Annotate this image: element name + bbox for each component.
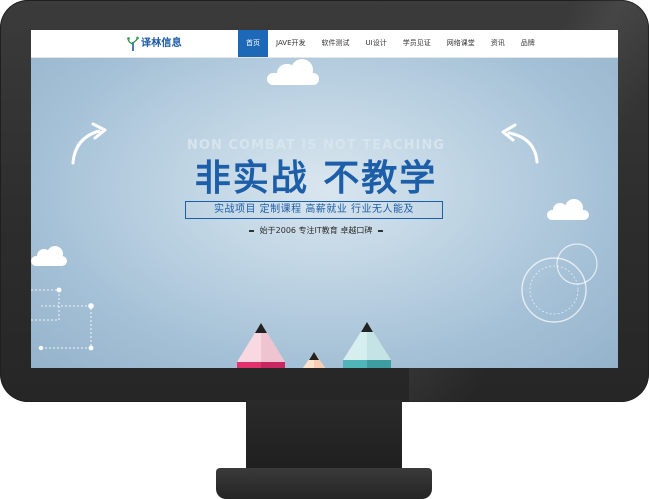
hero-since-text: 始于2006 专注IT教育 卓越口碑 xyxy=(259,226,373,235)
desktop-stage: 译林信息 首页 JAVE开发 软件测试 UI设计 学员见证 网络课堂 资讯 品牌 xyxy=(0,0,649,499)
nav-item-brand[interactable]: 品牌 xyxy=(513,30,543,57)
teal-pencil xyxy=(343,322,391,368)
dash-ornament-left xyxy=(248,229,254,232)
site-logo[interactable]: 译林信息 xyxy=(127,35,182,53)
orange-pencil xyxy=(302,352,326,368)
nav-item-home[interactable]: 首页 xyxy=(238,30,268,57)
dotted-frame-decoration xyxy=(31,287,94,351)
nav-item-online-classes[interactable]: 网络课堂 xyxy=(439,30,483,57)
circle-ring-decoration xyxy=(521,243,598,323)
dash-ornament-right xyxy=(378,229,384,232)
monitor-stand-neck xyxy=(246,400,402,472)
tree-logo-icon xyxy=(127,36,139,51)
nav-item-ui-design[interactable]: UI设计 xyxy=(358,30,395,57)
logo-text: 译林信息 xyxy=(141,38,182,49)
nav-menu: 首页 JAVE开发 软件测试 UI设计 学员见证 网络课堂 资讯 品牌 xyxy=(238,30,543,57)
nav-item-testimonials[interactable]: 学员见证 xyxy=(395,30,439,57)
hero-banner[interactable]: NON COMBAT IS NOT TEACHING 非实战 不教学 实战项目 … xyxy=(31,58,618,368)
hero-subtitle-box: 实战项目 定制课程 高薪就业 行业无人能及 xyxy=(185,201,443,219)
nav-item-news[interactable]: 资讯 xyxy=(483,30,513,57)
hero-since-line: 始于2006 专注IT教育 卓越口碑 xyxy=(181,225,451,237)
curved-arrow-left-icon xyxy=(71,122,107,165)
monitor-screen: 译林信息 首页 JAVE开发 软件测试 UI设计 学员见证 网络课堂 资讯 品牌 xyxy=(31,30,618,368)
nav-item-software-testing[interactable]: 软件测试 xyxy=(314,30,358,57)
site-navbar: 译林信息 首页 JAVE开发 软件测试 UI设计 学员见证 网络课堂 资讯 品牌 xyxy=(31,30,618,58)
nav-item-java[interactable]: JAVE开发 xyxy=(268,30,314,57)
hero-title: 非实战 不教学 xyxy=(194,158,438,199)
pink-pencil xyxy=(237,323,285,368)
curved-arrow-right-icon xyxy=(501,123,539,164)
monitor-stand-base xyxy=(216,468,432,499)
